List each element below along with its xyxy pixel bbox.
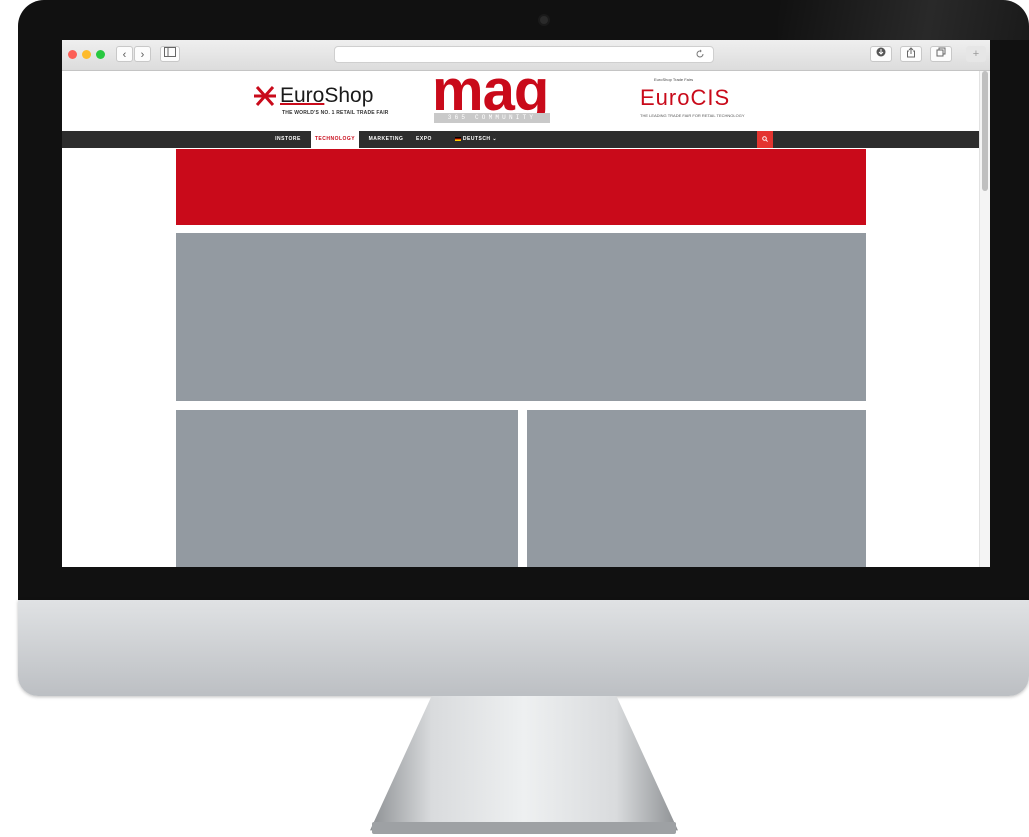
- camera-icon: [540, 16, 548, 24]
- eurocis-wordmark: EuroCIS: [640, 85, 731, 110]
- nav-item-marketing[interactable]: MARKETING: [364, 131, 408, 148]
- euroshop-logo[interactable]: EuroShop THE WORLD'S NO. 1 RETAIL TRADE …: [252, 81, 392, 121]
- nav-item-instore[interactable]: INSTORE: [267, 131, 309, 148]
- tabs-button[interactable]: [930, 46, 952, 62]
- article-card-placeholder-right[interactable]: [527, 410, 866, 567]
- new-tab-icon: +: [972, 48, 980, 60]
- scrollbar-thumb[interactable]: [982, 71, 988, 191]
- eurocis-logo[interactable]: EuroShop Trade Fairs EuroCIS THE LEADING…: [640, 77, 745, 125]
- reload-icon[interactable]: [695, 49, 705, 59]
- site-header: EuroShop THE WORLD'S NO. 1 RETAIL TRADE …: [62, 59, 979, 131]
- share-button[interactable]: [900, 46, 922, 62]
- main-nav: INSTORE TECHNOLOGY MARKETING EXPO DEUTSC…: [62, 131, 979, 149]
- german-flag-icon: [454, 136, 461, 141]
- euroshop-wordmark: EuroShop: [280, 84, 373, 108]
- hero-banner[interactable]: [176, 149, 866, 225]
- tabs-icon: [936, 47, 946, 57]
- mag-subtitle: 365 COMMUNITY NEWS: [434, 113, 550, 131]
- eurocis-tagline: THE LEADING TRADE FAIR FOR RETAIL TECHNO…: [640, 113, 745, 118]
- fullscreen-window-button[interactable]: [96, 50, 105, 59]
- back-button[interactable]: ‹: [116, 46, 133, 62]
- monitor-stand-foot: [372, 822, 676, 834]
- downloads-button[interactable]: [870, 46, 892, 62]
- minimize-window-button[interactable]: [82, 50, 91, 59]
- search-icon: [762, 136, 768, 142]
- mag-logo[interactable]: mag 365 COMMUNITY NEWS: [432, 59, 552, 131]
- euroshop-word-shop: Shop: [324, 84, 374, 107]
- article-card-placeholder-left[interactable]: [176, 410, 518, 567]
- browser-screen: ‹ › + EuroShop THE WORLD'S NO. 1 RETAIL …: [62, 40, 990, 567]
- nav-item-technology[interactable]: TECHNOLOGY: [311, 131, 359, 149]
- nav-item-language[interactable]: DEUTSCH ⌄: [448, 131, 504, 148]
- back-icon: ‹: [122, 49, 127, 61]
- monitor-stand: [370, 696, 678, 831]
- euroshop-tagline: THE WORLD'S NO. 1 RETAIL TRADE FAIR: [282, 110, 389, 116]
- search-button[interactable]: [757, 131, 773, 148]
- monitor-chin: [18, 600, 1029, 696]
- sidebar-button[interactable]: [160, 46, 180, 62]
- close-window-button[interactable]: [68, 50, 77, 59]
- euroshop-star-icon: [254, 86, 276, 106]
- eurocis-top-label: EuroShop Trade Fairs: [654, 77, 694, 82]
- language-label: DEUTSCH ⌄: [462, 136, 498, 142]
- sidebar-icon: [164, 47, 176, 57]
- bezel-glare: [778, 0, 1029, 40]
- featured-article-placeholder[interactable]: [176, 233, 866, 401]
- share-icon: [907, 47, 915, 58]
- nav-item-expo[interactable]: EXPO: [412, 131, 436, 148]
- euroshop-word-euro: Euro: [280, 84, 325, 107]
- forward-icon: ›: [140, 49, 145, 61]
- download-icon: [876, 47, 886, 57]
- new-tab-button[interactable]: +: [966, 46, 986, 62]
- forward-button[interactable]: ›: [134, 46, 151, 62]
- page-scrollbar[interactable]: [979, 71, 990, 567]
